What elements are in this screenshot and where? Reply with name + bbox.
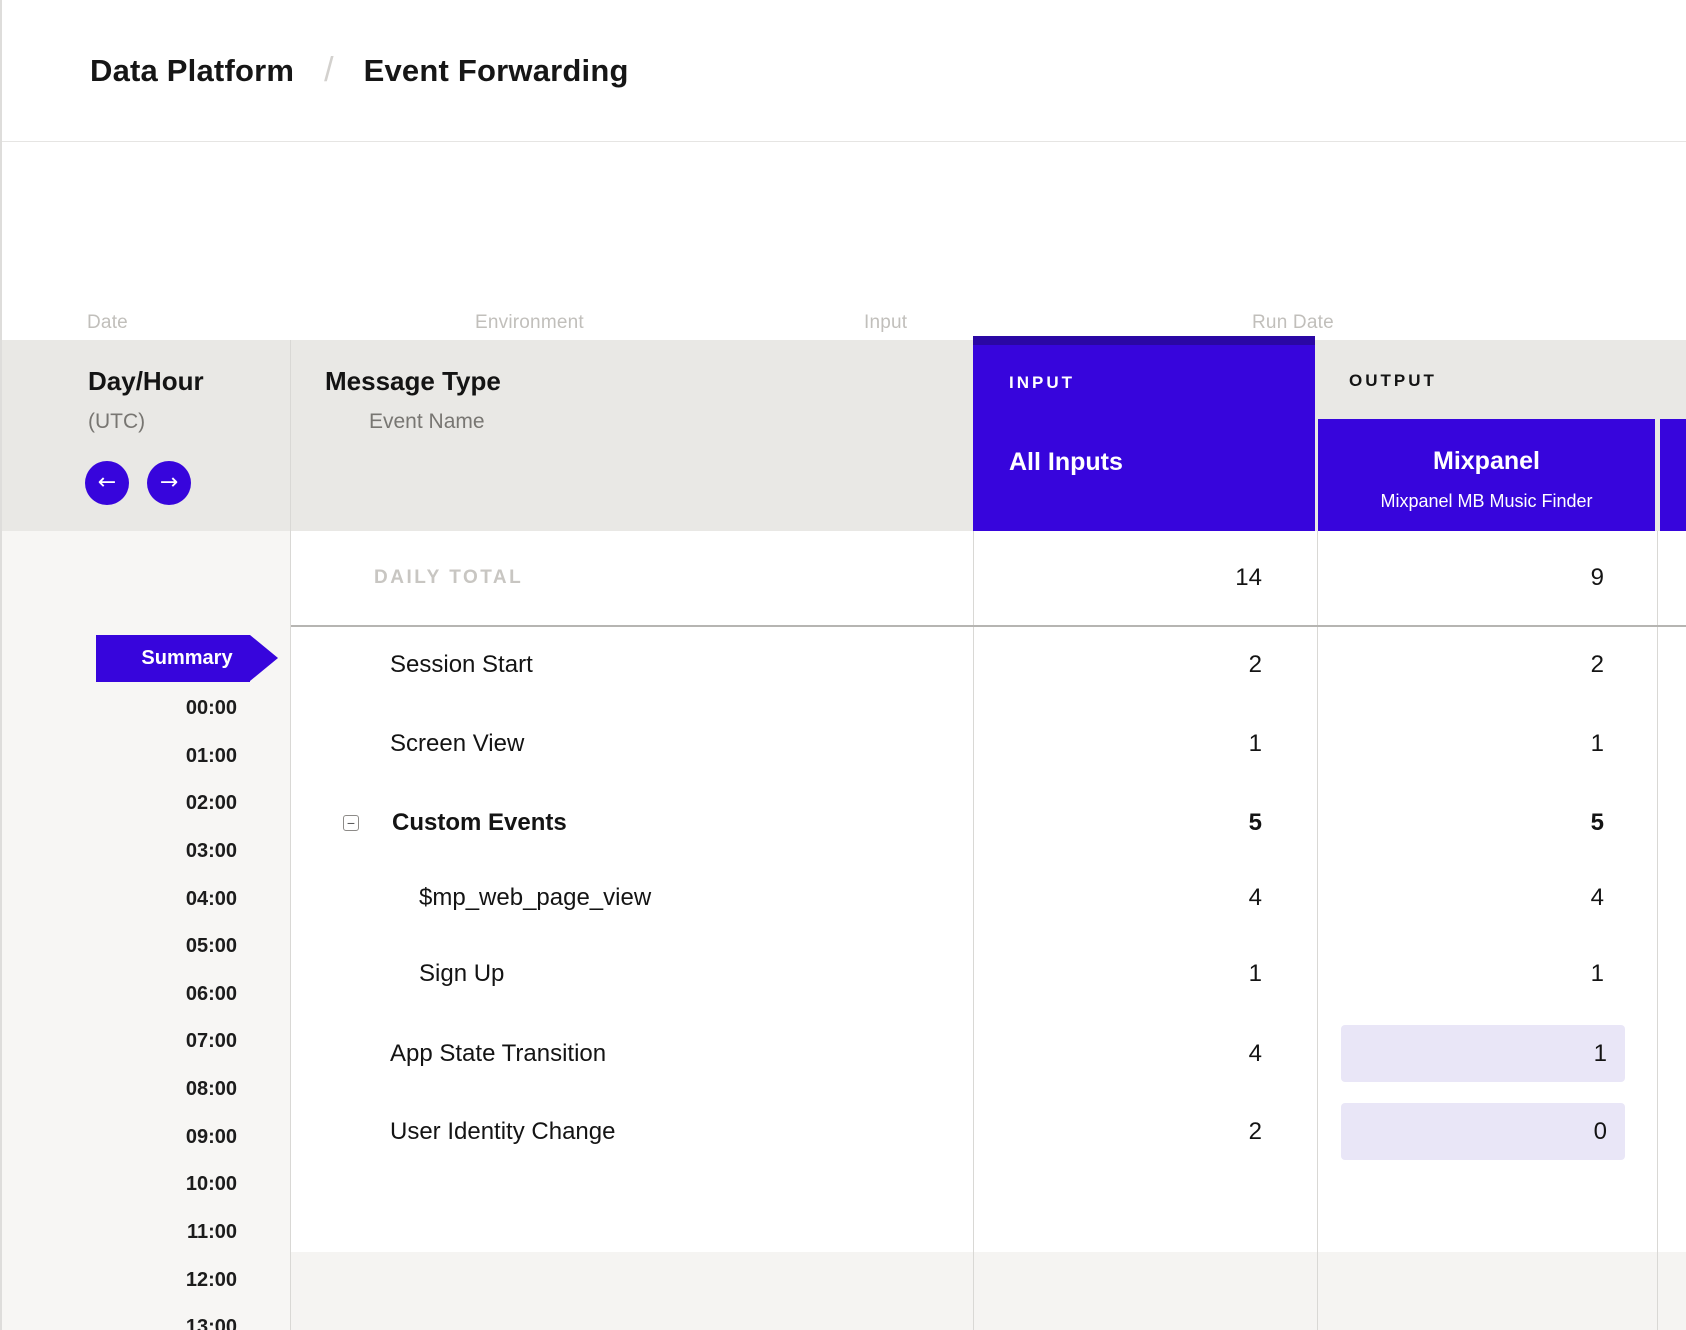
- page-title: Event Forwarding: [364, 53, 629, 89]
- hour-row[interactable]: 08:00: [2, 1071, 237, 1107]
- environment-filter-label: Environment: [475, 312, 584, 334]
- breadcrumb-separator: /: [324, 51, 333, 90]
- hour-row[interactable]: 07:00: [2, 1023, 237, 1059]
- previous-day-button[interactable]: ←: [85, 461, 129, 505]
- output-column-partial: [1660, 419, 1686, 531]
- table-row-input-value: 2: [973, 647, 1262, 683]
- day-hour-subtitle: (UTC): [88, 410, 145, 434]
- hour-row[interactable]: 11:00: [2, 1214, 237, 1250]
- table-row-label: Screen View: [390, 726, 524, 762]
- table-row-output-value: 1: [1318, 726, 1604, 762]
- date-filter-label: Date: [87, 312, 128, 334]
- event-forwarding-page: Data Platform / Event Forwarding Date 08…: [0, 0, 1686, 1330]
- hour-row[interactable]: 10:00: [2, 1166, 237, 1202]
- day-hour-header: Day/Hour: [88, 366, 204, 397]
- table-row-label: Custom Events: [392, 805, 567, 841]
- hour-row[interactable]: 06:00: [2, 976, 237, 1012]
- output-section-title: OUTPUT: [1349, 371, 1437, 391]
- hour-row[interactable]: 12:00: [2, 1262, 237, 1298]
- breadcrumb: Data Platform / Event Forwarding: [2, 0, 1686, 142]
- highlighted-output-cell: 0: [1341, 1103, 1625, 1160]
- input-column-title: INPUT: [1009, 373, 1075, 393]
- input-column-header: INPUT All Inputs: [973, 345, 1315, 531]
- collapse-icon[interactable]: −: [343, 815, 359, 831]
- summary-row-badge[interactable]: Summary: [96, 635, 250, 682]
- table-row-output-value: 4: [1318, 880, 1604, 916]
- table-row-input-value: 1: [973, 726, 1262, 762]
- hour-row[interactable]: 03:00: [2, 833, 237, 869]
- table-row-label: User Identity Change: [390, 1114, 615, 1150]
- run-date-label: Run Date: [1252, 312, 1334, 334]
- daily-total-output-value: 9: [1318, 560, 1604, 596]
- table-row-output-value: 5: [1318, 805, 1604, 841]
- breadcrumb-section[interactable]: Data Platform: [90, 53, 294, 89]
- hour-row[interactable]: 09:00: [2, 1119, 237, 1155]
- next-day-button[interactable]: →: [147, 461, 191, 505]
- event-name-subtitle: Event Name: [369, 410, 485, 434]
- output-connector-name: Mixpanel: [1318, 447, 1655, 476]
- column-divider: [1657, 531, 1658, 1330]
- table-row-label: $mp_web_page_view: [419, 880, 651, 916]
- table-row-input-value: 4: [973, 880, 1262, 916]
- hour-row[interactable]: 04:00: [2, 881, 237, 917]
- table-footer-area: [291, 1252, 1686, 1330]
- table-row-input-value: 5: [973, 805, 1262, 841]
- daily-total-divider: [291, 625, 1686, 627]
- daily-total-input-value: 14: [973, 560, 1262, 596]
- output-mixpanel-header[interactable]: Mixpanel Mixpanel MB Music Finder: [1318, 419, 1655, 531]
- right-arrow-icon: →: [160, 472, 178, 494]
- input-column-accent-strip: [973, 336, 1315, 345]
- message-type-header: Message Type: [325, 366, 501, 397]
- daily-total-label: DAILY TOTAL: [374, 560, 523, 596]
- table-row-output-value: 2: [1318, 647, 1604, 683]
- input-column-name: All Inputs: [1009, 448, 1123, 477]
- left-arrow-icon: ←: [98, 472, 116, 494]
- table-row-output-value: 1: [1318, 956, 1604, 992]
- table-row-label: App State Transition: [390, 1036, 606, 1072]
- table-row-label: Session Start: [390, 647, 533, 683]
- hour-row[interactable]: 02:00: [2, 785, 237, 821]
- table-row-input-value: 2: [973, 1114, 1262, 1150]
- highlighted-output-cell: 1: [1341, 1025, 1625, 1082]
- column-divider: [290, 340, 291, 1330]
- filter-bar: Date 08/08/2025 Environment Development …: [2, 142, 1686, 340]
- table-row-label: Sign Up: [419, 956, 504, 992]
- summary-label: Summary: [96, 635, 278, 682]
- hour-row[interactable]: 05:00: [2, 928, 237, 964]
- input-filter-label: Input: [864, 312, 907, 334]
- table-row-input-value: 1: [973, 956, 1262, 992]
- output-connector-subtitle: Mixpanel MB Music Finder: [1318, 491, 1655, 512]
- hour-row[interactable]: 00:00: [2, 690, 237, 726]
- hour-row[interactable]: 01:00: [2, 738, 237, 774]
- hour-row[interactable]: 13:00: [2, 1309, 237, 1330]
- table-row-input-value: 4: [973, 1036, 1262, 1072]
